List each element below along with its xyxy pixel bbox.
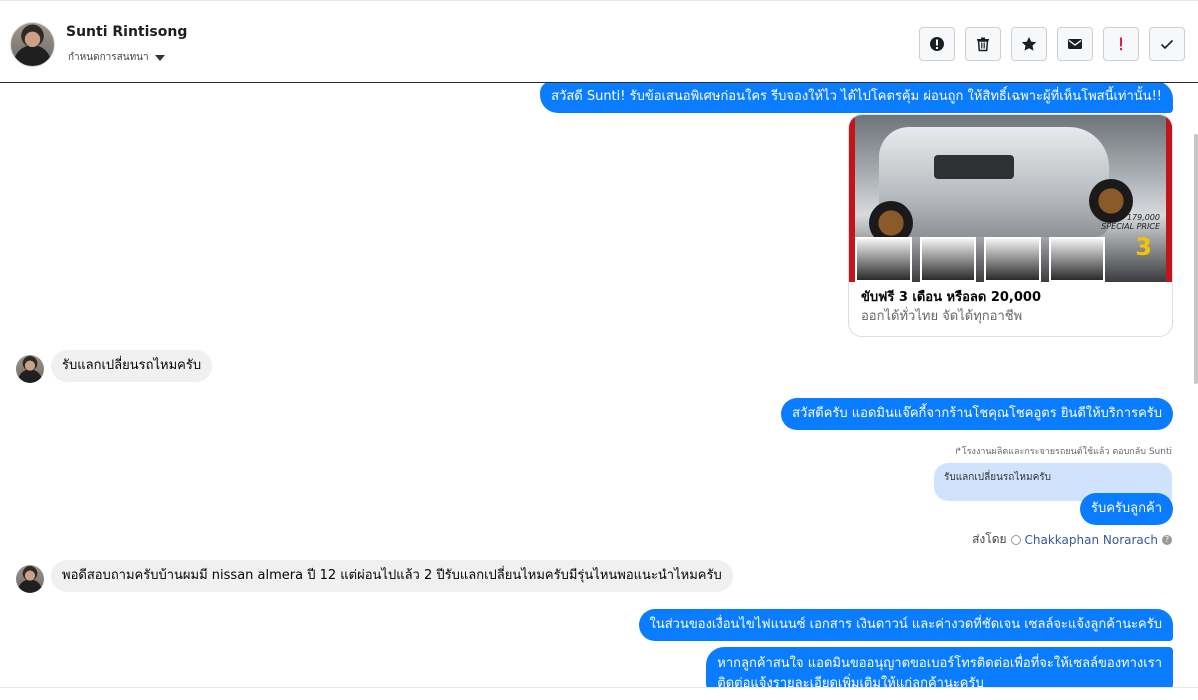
ad-price: 179,000 SPECIAL PRICE	[1101, 213, 1160, 231]
incoming-message: พอดีสอบถามครับบ้านผมมี nissan almera ปี …	[51, 560, 733, 592]
trash-icon	[977, 37, 989, 52]
exclamation-circle-icon	[930, 37, 944, 51]
checkmark-icon	[1160, 39, 1174, 50]
ad-card[interactable]: 179,000 SPECIAL PRICE 3 ขับฟรี 3 เดือน หร…	[848, 114, 1173, 337]
truck-grille	[934, 155, 1014, 179]
ad-card-title: ขับฟรี 3 เดือน หรือลด 20,000	[861, 290, 1041, 305]
message-thread[interactable]: สวัสดี Sunti! รับข้อเสนอพิเศษก่อนใคร รีบ…	[0, 83, 1198, 687]
delete-button[interactable]	[965, 27, 1001, 61]
incoming-message: รับแลกเปลี่ยนรถไหมครับ	[51, 350, 213, 382]
done-button[interactable]	[1149, 27, 1185, 61]
outgoing-message: สวัสดี Sunti! รับข้อเสนอพิเศษก่อนใคร รีบ…	[540, 83, 1173, 113]
mark-unread-button[interactable]	[1057, 27, 1093, 61]
message-line: ติดต่อแจ้งรายละเอียดเพิ่มเติมให้แก่ลูกค้…	[717, 676, 984, 687]
help-icon[interactable]: ?	[1162, 534, 1172, 545]
outgoing-message: ในส่วนของเงื่อนไขไฟแนนซ์ เอกสาร เงินดาวน…	[638, 609, 1173, 641]
image-border-right	[1166, 115, 1172, 282]
ad-card-subtitle: ออกได้ทั่วไทย จัดได้ทุกอาชีพ	[861, 309, 1023, 324]
red-exclamation-icon	[1120, 37, 1122, 51]
contact-name[interactable]: Sunti Rintisong	[66, 24, 187, 40]
ad-badge: 3	[1135, 233, 1152, 261]
outgoing-message: รับครับลูกค้า	[1080, 493, 1173, 525]
header-actions	[919, 27, 1185, 61]
outgoing-message-multiline: หากลูกค้าสนใจ แอดมินขออนุญาตขอเบอร์โทรติ…	[706, 647, 1173, 687]
thumbnail-strip	[855, 237, 1105, 282]
star-icon	[1021, 37, 1037, 51]
star-button[interactable]	[1011, 27, 1047, 61]
follow-up-button[interactable]	[1103, 27, 1139, 61]
reply-arrow-icon: ↱	[954, 447, 962, 457]
contact-avatar[interactable]	[10, 22, 55, 67]
caret-down-icon	[154, 54, 165, 61]
verified-icon	[1010, 534, 1021, 545]
sent-by-line: ส่งโดย Chakkaphan Norarach ?	[972, 530, 1172, 549]
assign-conversation-dropdown[interactable]: กำหนดการสนทนา	[68, 50, 165, 65]
sender-avatar[interactable]	[16, 565, 44, 593]
agent-name-link[interactable]: Chakkaphan Norarach	[1025, 533, 1158, 547]
message-line: หากลูกค้าสนใจ แอดมินขออนุญาตขอเบอร์โทรติ…	[717, 656, 1162, 671]
sent-by-label: ส่งโดย	[972, 532, 1007, 546]
assign-label: กำหนดการสนทนา	[68, 52, 149, 63]
sender-avatar[interactable]	[16, 355, 44, 383]
report-spam-button[interactable]	[919, 27, 955, 61]
reply-context-note: ↱โรงงานผลิตและกระจายรถยนต์ใช้แล้ว ตอบกลั…	[954, 447, 1172, 457]
outgoing-message: สวัสดีครับ แอดมินแจ๊คกี้จากร้านโชคุณโชคอ…	[781, 398, 1173, 430]
bottom-border	[0, 687, 1198, 700]
ad-card-image[interactable]: 179,000 SPECIAL PRICE 3	[849, 115, 1172, 282]
thread-scrollbar[interactable]	[1194, 134, 1198, 384]
envelope-icon	[1068, 39, 1082, 49]
pickup-truck-image	[879, 127, 1109, 237]
conversation-header: Sunti Rintisong กำหนดการสนทนา	[0, 4, 1198, 83]
